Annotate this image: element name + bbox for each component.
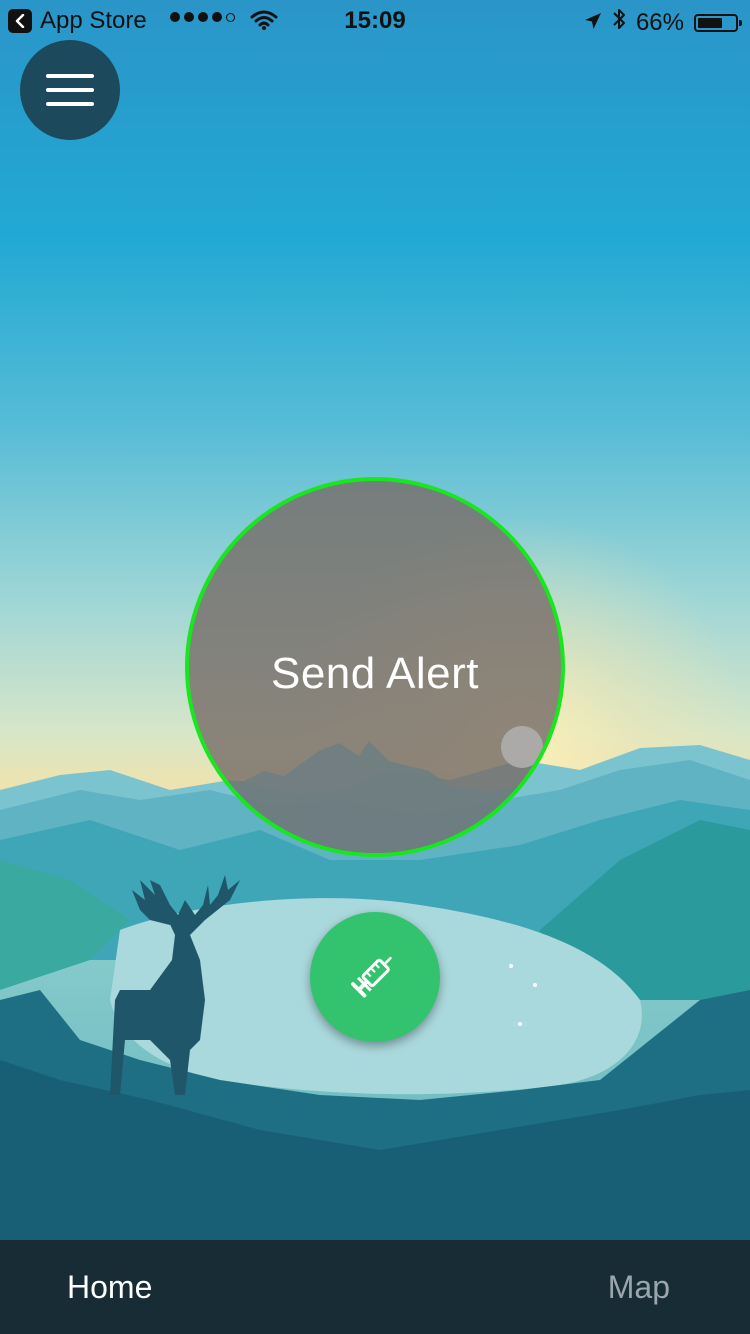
send-alert-label: Send Alert (270, 649, 480, 698)
tab-home[interactable]: Home (67, 1240, 152, 1334)
hamburger-icon-line (46, 88, 94, 92)
bluetooth-icon (612, 7, 626, 38)
status-bar: App Store 15:09 66% (0, 0, 750, 40)
sun-dot (501, 726, 543, 768)
battery-percent: 66% (635, 8, 684, 36)
battery-fill (698, 17, 722, 28)
location-arrow-icon (584, 9, 602, 37)
menu-button[interactable] (20, 40, 120, 140)
send-alert-button[interactable]: Send Alert (185, 477, 565, 857)
battery-icon (694, 13, 742, 32)
tab-map[interactable]: Map (608, 1240, 670, 1334)
status-right-group: 66% (584, 7, 742, 38)
tab-bar: Home Map (0, 1240, 750, 1334)
syringe-icon (347, 947, 403, 1008)
syringe-action-button[interactable] (310, 912, 440, 1042)
home-screen: App Store 15:09 66% Send Alert Home Map (0, 0, 750, 1334)
hamburger-icon (46, 74, 94, 78)
hamburger-icon-line (46, 102, 94, 106)
